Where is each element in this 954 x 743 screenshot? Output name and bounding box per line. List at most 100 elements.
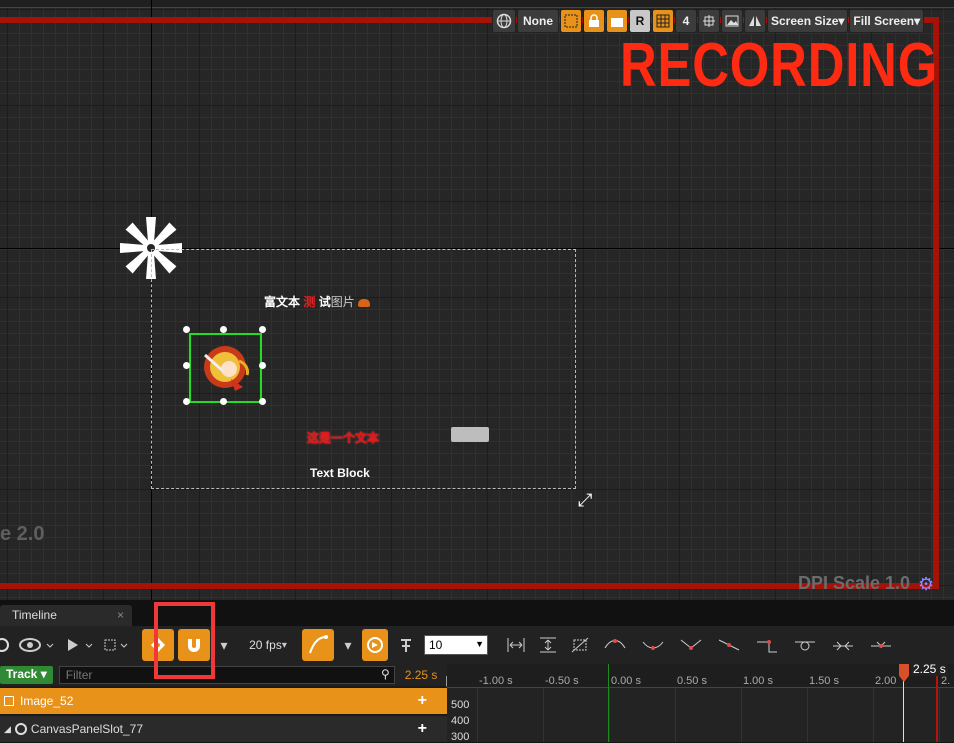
localization-dropdown[interactable]: None [517,9,559,33]
viewport-toolbar: None R 4 Screen Size ▾ Fill Screen ▾ [492,9,925,33]
play-icon[interactable] [60,629,98,661]
fill-screen-label: Fill Screen [853,14,915,28]
track-row-image[interactable]: Image_52 + [0,688,447,714]
tangent-auto-icon[interactable] [598,629,632,661]
button-widget[interactable] [451,427,489,442]
selected-image-widget[interactable] [189,333,262,403]
screen-size-dropdown[interactable]: Screen Size ▾ [767,9,849,33]
normalize-icon[interactable] [566,629,594,661]
selection-handle[interactable] [183,398,190,405]
reset-button[interactable]: R [629,9,651,33]
selection-handle[interactable] [259,398,266,405]
grid-size-dropdown[interactable]: 4 [675,9,697,33]
track-filter-row: Track ▾ Filter ⚲ 2.25 s [0,664,447,686]
ruler-tick: 0.50 s [677,675,707,687]
interp-constant-icon[interactable] [750,629,784,661]
background-image-icon[interactable] [721,9,743,33]
top-ruler [0,0,954,8]
selection-handle[interactable] [183,326,190,333]
y-axis-value: 300 [451,731,470,743]
inline-image-icon [358,298,371,307]
expand-arrow-icon[interactable]: ◢ [4,724,11,735]
fit-horizontal-icon[interactable] [502,629,530,661]
track-row-slot[interactable]: ◢ CanvasPanelSlot_77 + [0,716,447,742]
recording-label: RECORDING [620,31,939,100]
chevron-down-icon[interactable]: ▾ [214,629,234,661]
ruler-tick: -1.00 s [479,675,513,687]
designer-viewport[interactable]: RECORDING e 2.0 DPI Scale 1.0 ⚙ None R 4… [0,0,954,600]
text-block-widget[interactable]: Text Block [310,466,370,480]
start-marker [608,664,609,742]
resize-handle-icon[interactable]: ⤢ [578,490,592,511]
chevron-down-icon: ▾ [838,14,845,28]
filter-input[interactable]: Filter ⚲ [58,666,395,684]
curve-tangent-icon[interactable] [302,629,334,661]
ruler-tick: 1.50 s [809,675,839,687]
snap-value-field[interactable]: 10 ▼ [424,635,488,655]
selection-handle[interactable] [259,362,266,369]
straighten-icon[interactable] [864,629,898,661]
distribute-icon[interactable] [826,629,860,661]
ruler-tick: -0.50 s [545,675,579,687]
rich-text-part1: 富文本 [264,295,304,309]
localization-value: None [523,14,553,28]
respect-locks-icon[interactable] [606,9,628,33]
selection-handle[interactable] [220,398,227,405]
time-ruler[interactable]: | -1.00 s -0.50 s 0.00 s 0.50 s 1.00 s 1… [445,664,954,688]
red-text-widget[interactable]: 这是一个文本 [307,429,379,446]
screen-size-label: Screen Size [771,14,839,28]
close-icon[interactable]: × [117,608,124,622]
fps-label: 20 fps [249,638,282,652]
dpi-scale-label: DPI Scale 1.0 [798,573,911,593]
selection-handle[interactable] [183,362,190,369]
tab-timeline-label: Timeline [12,608,57,622]
dpi-settings-gear-icon[interactable]: ⚙ [918,574,934,595]
grid-size-value: 4 [682,14,690,28]
fill-screen-dropdown[interactable]: Fill Screen ▾ [849,9,925,33]
reset-label: R [635,14,645,28]
rich-text-part3: 试 [315,295,331,309]
rich-text-red: 测 [303,295,316,309]
y-axis-value: 400 [451,715,470,727]
outline-toggle-icon[interactable] [560,9,582,33]
filter-placeholder: Filter [65,668,93,682]
character-image-icon [204,346,249,391]
add-key-icon[interactable] [392,629,420,661]
tangent-break-icon[interactable] [674,629,708,661]
timeline-panel: Timeline × ▾ 20 fps ▾ ▾ 10 ▼ Track ▾ Filte… [0,600,954,743]
tangent-user-icon[interactable] [636,629,670,661]
search-icon: ⚲ [380,667,390,681]
flatten-icon[interactable] [788,629,822,661]
chevron-down-icon[interactable]: ▾ [338,629,358,661]
ruler-tick: 2. [941,675,951,687]
highlight-annotation-box [154,602,215,679]
add-track-plus-icon[interactable]: + [418,720,427,738]
widget-icon [4,696,14,706]
globe-icon[interactable] [492,9,516,33]
record-icon[interactable] [0,629,14,661]
selection-handle[interactable] [220,326,227,333]
rich-text-block[interactable]: 富文本 测 试图片 [264,293,371,310]
lock-icon[interactable] [583,9,605,33]
track-row-label: Image_52 [20,694,74,708]
curve-editor-graph[interactable]: | -1.00 s -0.50 s 0.00 s 0.50 s 1.00 s 1… [445,662,954,743]
zoom-to-fit-icon[interactable] [698,9,720,33]
flip-icon[interactable] [744,9,766,33]
scale-label: e 2.0 [0,523,45,545]
playback-mode-icon[interactable] [362,629,388,661]
selection-handle[interactable] [259,326,266,333]
tab-timeline[interactable]: Timeline × [0,605,132,626]
visibility-eye-icon[interactable] [18,629,56,661]
tab-bar: Timeline × [0,600,954,626]
timeline-toolbar: ▾ 20 fps ▾ ▾ 10 ▼ [0,626,954,664]
interp-linear-icon[interactable] [712,629,746,661]
snap-value: 10 [429,638,443,652]
add-track-button[interactable]: Track ▾ [0,666,53,684]
grid-snap-icon[interactable] [652,9,674,33]
track-row-label: CanvasPanelSlot_77 [30,722,143,736]
ruler-tick: | [445,675,448,687]
fit-vertical-icon[interactable] [534,629,562,661]
selection-range-icon[interactable] [102,629,132,661]
fps-dropdown[interactable]: 20 fps ▾ [238,629,298,661]
add-track-plus-icon[interactable]: + [418,692,427,710]
